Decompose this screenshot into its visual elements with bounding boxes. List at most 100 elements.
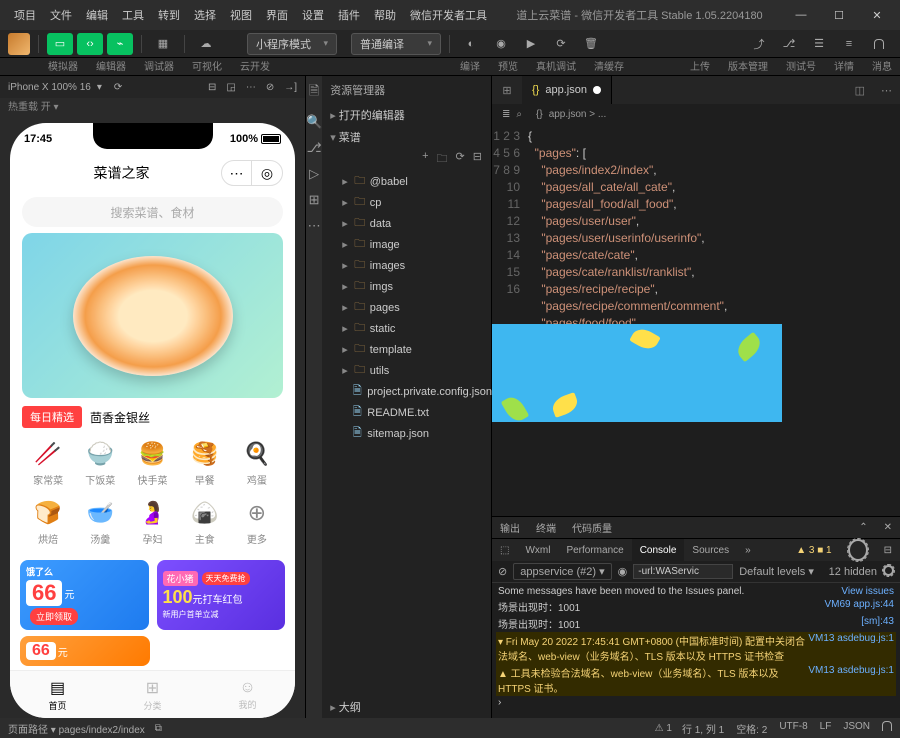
- minimize-button[interactable]: —: [786, 9, 816, 22]
- source-link[interactable]: VM13 asdebug.js:1: [808, 633, 894, 663]
- tab-item[interactable]: ☺我的: [200, 671, 295, 718]
- category-cell[interactable]: 🥣汤羹: [74, 499, 126, 546]
- output-tab[interactable]: 输出: [492, 517, 528, 538]
- tree-folder[interactable]: ▸🗀cp: [328, 192, 492, 213]
- category-cell[interactable]: 🥢家常菜: [22, 440, 74, 487]
- breadcrumb[interactable]: ≣⌕{}app.json > ...: [492, 104, 900, 124]
- compile-button[interactable]: ◐: [458, 33, 484, 55]
- debug-icon[interactable]: ▷: [309, 166, 319, 182]
- maximize-button[interactable]: ☐: [824, 9, 854, 22]
- remote-debug-button[interactable]: ▶: [518, 33, 544, 55]
- clear-icon[interactable]: ⊘: [498, 565, 507, 578]
- tab-item[interactable]: ▤首页: [10, 671, 105, 718]
- banner-huaxiaozhu[interactable]: 花小猪天天免费抢 100元打车红包 新用户首单立减: [157, 560, 286, 630]
- sim-icon[interactable]: ⊘: [266, 82, 274, 93]
- context-dropdown[interactable]: appservice (#2) ▾: [513, 563, 611, 580]
- wxml-tab[interactable]: Wxml: [517, 539, 558, 561]
- menu-item[interactable]: 帮助: [368, 3, 402, 27]
- menu-item[interactable]: 视图: [224, 3, 258, 27]
- test-account-button[interactable]: ☰: [806, 33, 832, 55]
- git-icon[interactable]: ⎇: [307, 140, 322, 156]
- more-icon[interactable]: ⋯: [873, 84, 900, 97]
- eye-icon[interactable]: ◉: [618, 565, 628, 578]
- debugger-button[interactable]: ⌁: [107, 33, 133, 55]
- more-tab[interactable]: »: [737, 539, 759, 561]
- collapse-icon[interactable]: ⊟: [473, 150, 482, 169]
- sim-icon[interactable]: ⋯: [246, 82, 256, 93]
- tree-folder[interactable]: ▸🗀static: [328, 318, 492, 339]
- filter-input[interactable]: [633, 564, 733, 579]
- gear-icon[interactable]: [883, 565, 894, 579]
- copy-icon[interactable]: ⧉: [155, 723, 162, 734]
- terminal-tab[interactable]: 终端: [528, 517, 564, 538]
- category-cell[interactable]: 🍙主食: [179, 499, 231, 546]
- category-cell[interactable]: 🍔快手菜: [126, 440, 178, 487]
- tree-file[interactable]: 🗎README.txt: [328, 402, 492, 423]
- menu-item[interactable]: 文件: [44, 3, 78, 27]
- banner-orange[interactable]: 66元: [20, 636, 150, 666]
- source-link[interactable]: [sm]:43: [861, 616, 894, 631]
- tree-folder[interactable]: ▸🗀images: [328, 255, 492, 276]
- menu-item[interactable]: 设置: [296, 3, 330, 27]
- menu-item[interactable]: 编辑: [80, 3, 114, 27]
- category-cell[interactable]: 🍳鸡蛋: [231, 440, 283, 487]
- ext-icon[interactable]: ⊞: [309, 192, 320, 208]
- close-button[interactable]: ✕: [862, 9, 892, 22]
- open-editors-section[interactable]: 打开的编辑器: [322, 104, 492, 126]
- quality-tab[interactable]: 代码质量: [564, 517, 620, 538]
- warn-badge[interactable]: ▲ 3 ■ 1: [788, 539, 839, 561]
- close-icon[interactable]: ◎: [252, 161, 282, 185]
- menu-item[interactable]: 工具: [116, 3, 150, 27]
- ext-icon[interactable]: ⋯: [308, 218, 321, 234]
- capsule[interactable]: ⋯◎: [221, 160, 283, 186]
- menu-icon[interactable]: ⋯: [222, 161, 252, 185]
- sim-icon[interactable]: ◲: [226, 82, 235, 93]
- hidden-count[interactable]: 12 hidden: [829, 566, 877, 578]
- tree-folder[interactable]: ▸🗀pages: [328, 297, 492, 318]
- search-icon[interactable]: 🔍: [306, 114, 322, 130]
- details-button[interactable]: ≡: [836, 33, 862, 55]
- new-file-icon[interactable]: +: [422, 150, 428, 169]
- tree-folder[interactable]: ▸🗀utils: [328, 360, 492, 381]
- category-cell[interactable]: 🍚下饭菜: [74, 440, 126, 487]
- banner-eleme[interactable]: 饿了么 66元 立即领取: [20, 560, 149, 630]
- warn-count[interactable]: ⚠ 1: [655, 723, 672, 734]
- menu-item[interactable]: 转到: [152, 3, 186, 27]
- root-section[interactable]: 菜谱: [322, 126, 492, 148]
- source-link[interactable]: View issues: [841, 586, 894, 597]
- version-button[interactable]: ⎇: [776, 33, 802, 55]
- editor-tab[interactable]: {} app.json: [522, 76, 612, 104]
- tree-folder[interactable]: ▸🗀imgs: [328, 276, 492, 297]
- outline-section[interactable]: 大纲: [322, 696, 492, 718]
- sim-icon[interactable]: ⊟: [208, 82, 216, 93]
- chevron-up-icon[interactable]: ⌃: [851, 517, 875, 538]
- tree-folder[interactable]: ▸🗀image: [328, 234, 492, 255]
- source-link[interactable]: VM69 app.js:44: [825, 599, 895, 614]
- tree-folder[interactable]: ▸🗀template: [328, 339, 492, 360]
- new-folder-icon[interactable]: 🗀: [437, 150, 448, 169]
- levels-dropdown[interactable]: Default levels ▾: [739, 565, 814, 578]
- editor-button[interactable]: ‹›: [77, 33, 103, 55]
- tree-file[interactable]: 🗎sitemap.json: [328, 423, 492, 444]
- menu-item[interactable]: 插件: [332, 3, 366, 27]
- gear-icon[interactable]: [840, 539, 876, 561]
- category-cell[interactable]: ⊕更多: [231, 499, 283, 546]
- category-cell[interactable]: 🥞早餐: [179, 440, 231, 487]
- simulator-button[interactable]: ▭: [47, 33, 73, 55]
- preview-button[interactable]: ◉: [488, 33, 514, 55]
- category-cell[interactable]: 🤰孕妇: [126, 499, 178, 546]
- visual-button[interactable]: ▦: [150, 33, 176, 55]
- console-output[interactable]: Some messages have been moved to the Iss…: [492, 583, 900, 718]
- close-icon[interactable]: ✕: [876, 517, 900, 538]
- dock-icon[interactable]: ⊟: [876, 539, 900, 561]
- menu-item[interactable]: 项目: [8, 3, 42, 27]
- sim-icon[interactable]: →]: [284, 82, 297, 93]
- message-button[interactable]: [866, 33, 892, 55]
- compile-dropdown[interactable]: 普通编译: [351, 33, 441, 55]
- search-input[interactable]: 搜索菜谱、食材: [22, 197, 283, 227]
- menu-item[interactable]: 界面: [260, 3, 294, 27]
- cloud-button[interactable]: ☁: [193, 33, 219, 55]
- inspect-icon[interactable]: ⬚: [492, 539, 517, 561]
- files-icon[interactable]: 🗎: [309, 82, 319, 104]
- console-tab[interactable]: Console: [632, 539, 685, 561]
